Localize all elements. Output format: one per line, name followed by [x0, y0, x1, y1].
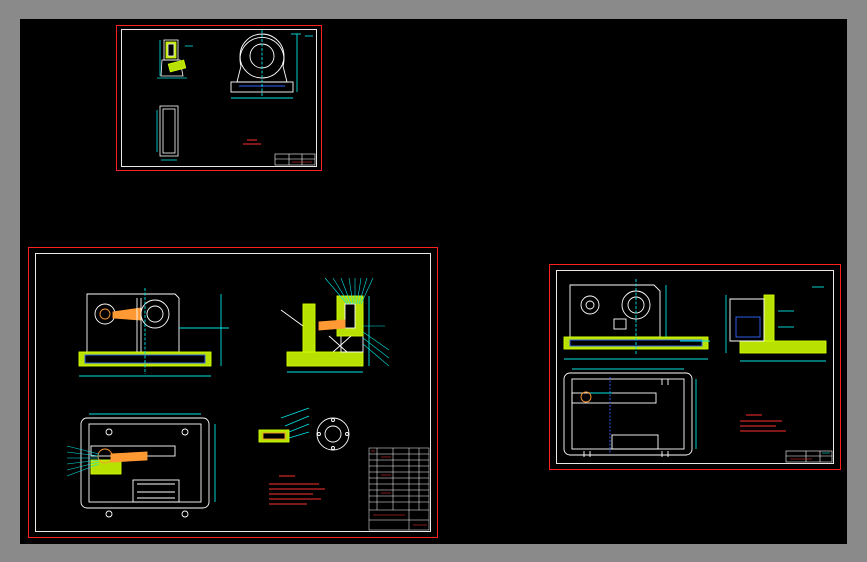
side-view [280, 295, 370, 373]
top-view [156, 105, 179, 161]
assembly-drawing-graphics [66, 277, 430, 531]
title-block [785, 450, 833, 463]
plan-view [80, 413, 216, 518]
parts-list [368, 447, 430, 531]
detail-view [258, 407, 350, 451]
title-block [274, 153, 316, 166]
side-view [157, 39, 193, 79]
front-view [78, 288, 229, 377]
assembly-drawing-sheet[interactable] [28, 247, 438, 538]
part-drawing-sheet[interactable] [116, 25, 322, 171]
plan-view [563, 368, 697, 457]
technical-notes [740, 414, 786, 432]
technical-notes [243, 139, 261, 145]
side-view [725, 286, 827, 362]
part-drawing-graphics [156, 30, 316, 166]
fixture-body-sheet[interactable] [549, 264, 841, 470]
front-view [230, 30, 313, 99]
fixture-body-graphics [563, 279, 833, 463]
front-view [563, 279, 710, 360]
cad-viewport[interactable] [20, 19, 847, 544]
technical-notes [269, 475, 325, 505]
